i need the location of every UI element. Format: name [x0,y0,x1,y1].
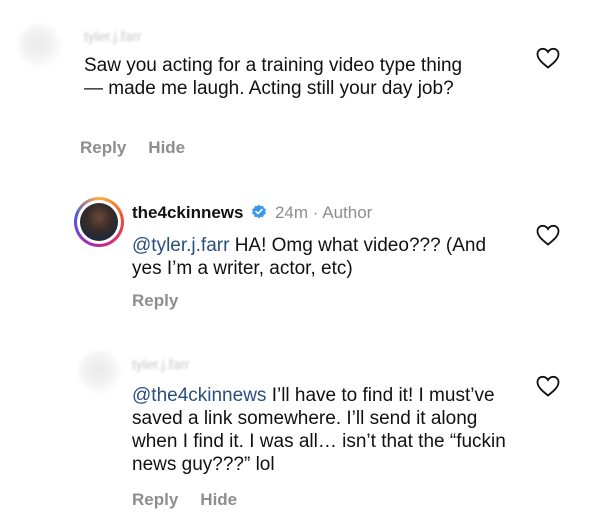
heart-outline-icon[interactable] [536,47,560,69]
reply-button[interactable]: Reply [80,138,126,157]
avatar[interactable] [74,197,124,247]
mention-link[interactable]: @the4ckinnews [132,385,266,406]
hide-button[interactable]: Hide [200,490,237,509]
hide-button[interactable]: Hide [148,138,185,157]
mention-link[interactable]: @tyler.j.farr [132,235,229,256]
verified-badge-icon [252,204,267,219]
profile-photo [80,203,118,241]
comment-actions: Reply Hide [132,490,259,510]
comment-username[interactable]: the4ckinnews [132,203,244,222]
comment-actions: Reply [132,291,200,311]
reply-button[interactable]: Reply [132,490,178,509]
heart-outline-icon[interactable] [536,224,560,246]
comment-text: Saw you acting for a training video type… [84,54,474,100]
comment-time: 24m [274,203,309,222]
comment-actions: Reply Hide [80,138,207,158]
comment-text: @the4ckinnews I’ll have to find it! I mu… [132,384,512,476]
comment-header: the4ckinnews 24m · Author [132,203,372,223]
comment-text: @tyler.j.farr HA! Omg what video??? (And… [132,234,512,280]
comment-body: Saw you acting for a training video type… [84,55,463,99]
avatar[interactable] [18,24,62,68]
heart-outline-icon[interactable] [536,375,560,397]
separator: · [312,203,319,222]
comment-username[interactable]: tyler.j.farr [132,356,190,372]
reply-button[interactable]: Reply [132,291,178,310]
author-label: Author [322,203,373,222]
comment-username[interactable]: tyler.j.farr [84,28,142,44]
avatar[interactable] [78,350,122,394]
